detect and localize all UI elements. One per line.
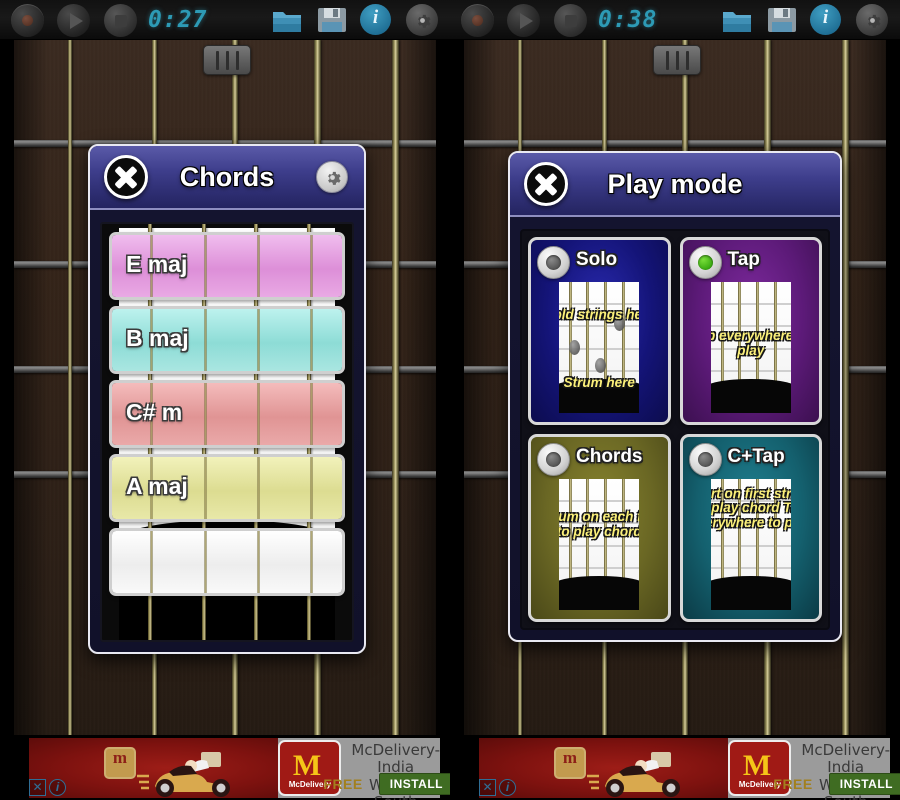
chords-dialog: Chords E maj B maj C# m A maj xyxy=(88,144,366,654)
toolbar-left: 0:27 xyxy=(0,0,450,40)
mode-card-ctap[interactable]: C+Tap Start on first string to play chor… xyxy=(679,434,822,622)
fret-position-marker xyxy=(203,45,251,75)
panel-right: 0:38 i Play mode Solo ld strings h Strum… xyxy=(450,0,900,800)
play-mode-dialog-title: Play mode xyxy=(607,168,743,199)
ad-inner[interactable]: ✕ i M McDelivery McDelivery- India West … xyxy=(479,738,900,800)
guitar-string[interactable] xyxy=(392,40,399,740)
guitar-string[interactable] xyxy=(68,40,72,740)
mode-card-chords[interactable]: Chords Strum on each fret to play chord xyxy=(528,434,671,622)
mini-bridge xyxy=(710,379,791,413)
mode-label-solo: Solo xyxy=(576,249,618,270)
info-icon[interactable] xyxy=(360,4,391,35)
play-mode-grid: Solo Hold strings here S xyxy=(520,229,830,630)
radio-solo[interactable] xyxy=(537,246,570,279)
mini-fretboard: Strum on each fret to play chord xyxy=(559,479,640,610)
radio-ctap[interactable] xyxy=(688,443,722,476)
mini-bridge xyxy=(710,576,791,610)
chords-dialog-header: Chords xyxy=(90,146,364,210)
chord-row[interactable] xyxy=(109,528,345,596)
ad-inner[interactable]: ✕ i M McDelivery McDelivery- India West … xyxy=(29,738,450,800)
chord-label: E maj xyxy=(126,251,188,277)
hint-text: Start on first string to play chord Tap … xyxy=(710,485,791,531)
ad-title-line1: McDelivery- India xyxy=(801,741,890,777)
ad-text-block: McDelivery- India West & South FREE INST… xyxy=(323,738,450,800)
chord-row[interactable]: C# m xyxy=(109,380,345,448)
chord-row[interactable]: E maj xyxy=(109,232,345,300)
mode-label-ctap: C+Tap xyxy=(727,446,785,467)
play-mode-dialog-header: Play mode xyxy=(510,153,840,217)
hint-text: Strum here xyxy=(563,375,635,391)
ad-action-row: FREE INSTALL xyxy=(323,773,450,795)
chord-label: A maj xyxy=(126,473,188,499)
open-folder-icon[interactable] xyxy=(272,6,302,34)
open-folder-icon[interactable] xyxy=(722,6,752,34)
chord-row[interactable]: B maj xyxy=(109,306,345,374)
play-button[interactable] xyxy=(57,4,90,37)
record-button[interactable] xyxy=(11,4,44,37)
mode-label-chords: Chords xyxy=(576,446,643,467)
mini-bridge xyxy=(559,576,640,610)
panel-left: 0:27 i Chords E maj B maj C# m A maj m ✕… xyxy=(0,0,450,800)
mode-card-solo[interactable]: Solo Hold strings here S xyxy=(528,237,671,425)
ad-artwork: ✕ i xyxy=(479,738,729,798)
ad-banner-left[interactable]: ✕ i M McDelivery McDelivery- India West … xyxy=(0,735,450,800)
mini-fretboard: Hold strings here Strum here xyxy=(559,282,640,413)
timer-display: 0:27 xyxy=(148,7,208,33)
hint-text: Tap everywhere to play xyxy=(711,328,791,358)
stop-button[interactable] xyxy=(554,4,587,37)
ad-close-icon[interactable]: ✕ xyxy=(479,779,496,796)
mode-card-tap[interactable]: Tap Tap everywhere to play xyxy=(679,237,822,425)
ad-food-bag-icon xyxy=(104,747,136,779)
ad-text-block: McDelivery- India West & South FREE INST… xyxy=(773,738,900,800)
ad-info-icon[interactable]: i xyxy=(499,779,516,796)
gear-icon[interactable] xyxy=(406,4,438,36)
hint-text: Strum on each fret to play chord xyxy=(559,509,640,540)
toolbar-right: 0:38 xyxy=(450,0,900,40)
scooter-icon xyxy=(137,752,230,797)
ad-action-row: FREE INSTALL xyxy=(773,773,900,795)
ad-info-icon[interactable]: i xyxy=(49,779,66,796)
ad-title-line1: McDelivery- India xyxy=(351,741,440,777)
ad-artwork: ✕ i xyxy=(29,738,279,798)
mode-label-tap: Tap xyxy=(727,249,760,270)
hint-text: Hold strings here xyxy=(559,307,639,323)
ad-price-label: FREE xyxy=(323,776,363,792)
ad-close-icon[interactable]: ✕ xyxy=(29,779,46,796)
play-mode-dialog: Play mode Solo ld strings h Strum here T… xyxy=(508,151,842,642)
timer-display: 0:38 xyxy=(598,7,658,33)
play-button[interactable] xyxy=(507,4,540,37)
stop-button[interactable] xyxy=(104,4,137,37)
scooter-icon xyxy=(587,752,680,797)
gear-icon[interactable] xyxy=(856,4,888,36)
play-mode-dialog-body: Solo Hold strings here S xyxy=(510,219,840,640)
ad-price-label: FREE xyxy=(773,776,813,792)
ad-food-bag-icon xyxy=(554,747,586,779)
radio-chords[interactable] xyxy=(537,443,570,476)
finger-dot xyxy=(569,339,581,355)
mini-fretboard: Start on first string to play chord Tap … xyxy=(710,479,791,610)
ad-banner-right[interactable]: ✕ i M McDelivery McDelivery- India West … xyxy=(450,735,900,800)
gear-icon[interactable] xyxy=(316,161,348,193)
chord-label: C# m xyxy=(126,399,183,425)
record-button[interactable] xyxy=(461,4,494,37)
guitar-string[interactable] xyxy=(842,40,849,740)
mcdonalds-arch-glyph: M xyxy=(742,749,772,782)
mini-fretboard: Tap everywhere to play xyxy=(710,282,791,413)
ad-install-button[interactable]: INSTALL xyxy=(828,773,900,795)
screenshot-root: 0:27 i Chords E maj B maj C# m A maj m ✕… xyxy=(0,0,900,800)
save-file-icon[interactable] xyxy=(767,6,797,34)
chords-dialog-body: E maj B maj C# m A maj xyxy=(90,212,364,652)
info-icon[interactable] xyxy=(810,4,841,35)
chord-row[interactable]: A maj xyxy=(109,454,345,522)
chords-board: E maj B maj C# m A maj xyxy=(100,222,354,642)
fret-bar xyxy=(464,140,886,147)
radio-tap[interactable] xyxy=(688,246,722,279)
fret-position-marker xyxy=(653,45,701,75)
mcdonalds-arch-glyph: M xyxy=(292,749,322,782)
save-file-icon[interactable] xyxy=(317,6,347,34)
chord-row-fill xyxy=(112,531,342,593)
ad-install-button[interactable]: INSTALL xyxy=(378,773,450,795)
chord-label: B maj xyxy=(126,325,189,351)
